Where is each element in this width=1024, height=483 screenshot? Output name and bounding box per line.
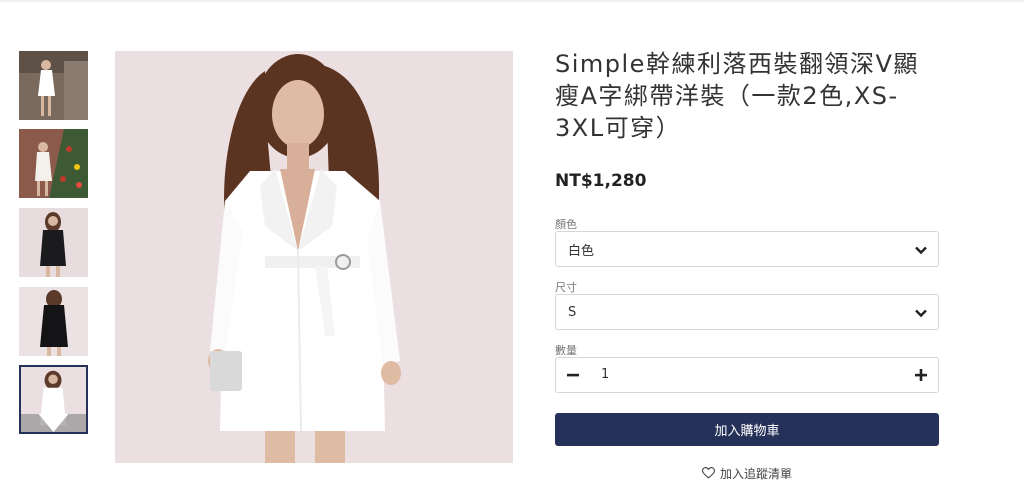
color-label: 顏色: [555, 218, 577, 231]
plus-icon[interactable]: [914, 368, 928, 382]
size-select-value: S: [568, 304, 577, 320]
product-info: Simple幹練利落西裝翻領深V顯瘦A字綁帶洋裝（一款2色,XS-3XL可穿） …: [555, 48, 939, 481]
quantity-label: 數量: [555, 344, 577, 357]
minus-icon[interactable]: [566, 368, 580, 382]
add-to-cart-button[interactable]: 加入購物車: [555, 413, 939, 446]
triangle-down-icon: [38, 414, 69, 432]
top-divider: [0, 0, 1024, 2]
thumbnail-4-image: [19, 287, 88, 356]
thumbnail-4[interactable]: [19, 287, 88, 356]
thumbnail-3[interactable]: [19, 208, 88, 277]
product-price: NT$1,280: [555, 171, 647, 191]
thumbnail-1-image: [19, 51, 88, 120]
heart-icon: [701, 467, 715, 479]
size-label: 尺寸: [555, 281, 577, 294]
quantity-stepper: 1: [555, 357, 939, 393]
thumbnail-5[interactable]: [19, 365, 88, 434]
thumbnail-2-image: [19, 129, 88, 198]
wishlist-label: 加入追蹤清單: [719, 466, 792, 481]
main-product-image[interactable]: [115, 51, 513, 463]
thumbnail-3-image: [19, 208, 88, 277]
thumbnail-2[interactable]: [19, 129, 88, 198]
color-select-value: 白色: [568, 243, 595, 259]
color-select[interactable]: 白色: [555, 231, 939, 267]
chevron-down-icon: [915, 246, 927, 255]
quantity-value[interactable]: 1: [601, 367, 609, 382]
thumbnail-1[interactable]: [19, 51, 88, 120]
chevron-down-icon: [915, 309, 927, 318]
thumbnail-scroll-down[interactable]: [21, 414, 86, 432]
size-select[interactable]: S: [555, 294, 939, 330]
product-title: Simple幹練利落西裝翻領深V顯瘦A字綁帶洋裝（一款2色,XS-3XL可穿）: [555, 50, 919, 142]
add-to-wishlist-link[interactable]: 加入追蹤清單: [555, 463, 939, 483]
product-photo: [115, 51, 513, 463]
